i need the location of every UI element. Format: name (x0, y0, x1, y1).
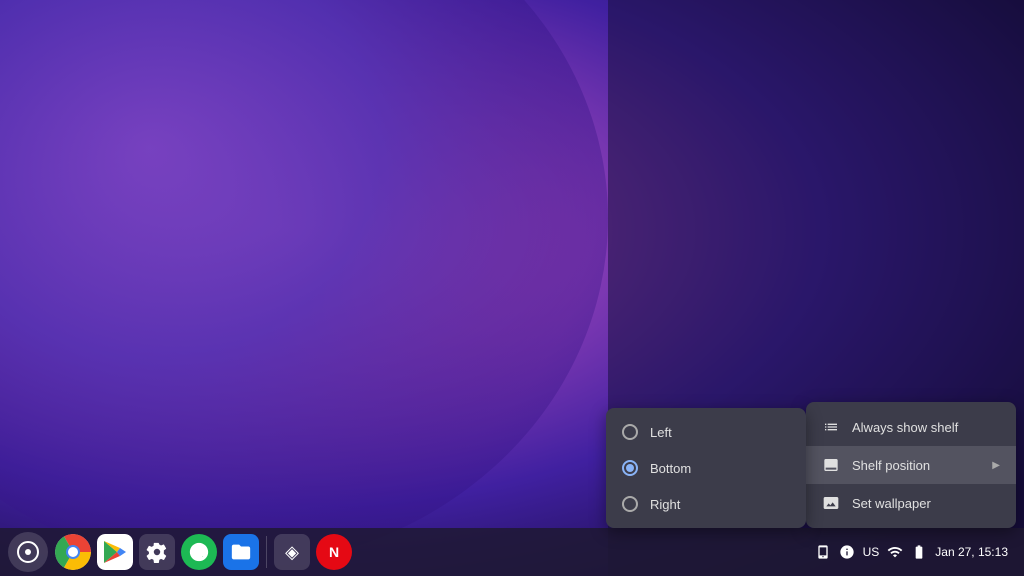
shelf-position-left-item[interactable]: Left (606, 414, 806, 450)
files-app-icon[interactable] (223, 534, 259, 570)
shelf-position-item[interactable]: Shelf position ▶ (806, 446, 1016, 484)
app-icon-extra2[interactable]: N (316, 534, 352, 570)
radio-bottom (622, 460, 638, 476)
shelf-position-right-label: Right (650, 497, 680, 512)
keyboard-layout[interactable]: US (863, 545, 880, 559)
chrome-app-icon[interactable] (55, 534, 91, 570)
radio-right (622, 496, 638, 512)
always-show-shelf-icon (822, 418, 840, 436)
phone-icon (815, 544, 831, 560)
radio-bottom-fill (626, 464, 634, 472)
system-clock[interactable]: Jan 27, 15:13 (935, 545, 1008, 559)
shelf-position-left-label: Left (650, 425, 672, 440)
shelf-position-label: Shelf position (852, 458, 930, 473)
set-wallpaper-item[interactable]: Set wallpaper (806, 484, 1016, 522)
play-store-icon[interactable] (97, 534, 133, 570)
info-icon (839, 544, 855, 560)
spotify-icon (188, 541, 210, 563)
submenu-arrow-icon: ▶ (992, 460, 1000, 471)
settings-app-icon[interactable] (139, 534, 175, 570)
launcher-icon (17, 541, 39, 563)
shelf-position-icon (822, 456, 840, 474)
always-show-shelf-label: Always show shelf (852, 420, 958, 435)
always-show-shelf-item[interactable]: Always show shelf (806, 408, 1016, 446)
spotify-app-icon[interactable] (181, 534, 217, 570)
settings-icon (146, 541, 168, 563)
set-wallpaper-label: Set wallpaper (852, 496, 931, 511)
shelf-position-submenu: Left Bottom Right (606, 408, 806, 528)
chrome-icon (55, 534, 91, 570)
play-store-svg (97, 534, 133, 570)
battery-icon (911, 544, 927, 560)
shelf-position-bottom-item[interactable]: Bottom (606, 450, 806, 486)
files-icon (230, 541, 252, 563)
shelf-position-bottom-label: Bottom (650, 461, 691, 476)
radio-left (622, 424, 638, 440)
set-wallpaper-icon (822, 494, 840, 512)
shelf-divider (266, 536, 267, 568)
wifi-icon (887, 544, 903, 560)
app-icon-extra1[interactable]: ◈ (274, 534, 310, 570)
shelf-context-menu: Always show shelf Shelf position ▶ Set w… (806, 402, 1016, 528)
taskbar-shelf: ◈ N US Jan 27, 15:13 (0, 528, 1024, 576)
launcher-button[interactable] (8, 532, 48, 572)
shelf-position-right-item[interactable]: Right (606, 486, 806, 522)
